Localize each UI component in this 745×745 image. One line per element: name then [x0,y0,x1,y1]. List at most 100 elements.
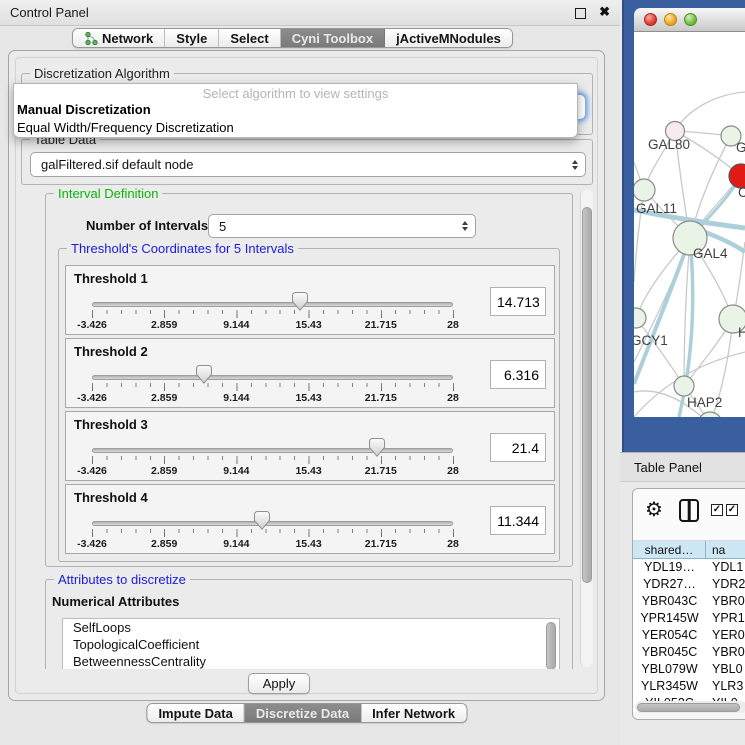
tick-label: -3.426 [77,392,107,404]
table-panel-toolbar: ⚙ ✓ ✓ [633,489,745,541]
threshold-2-value-field[interactable] [490,360,546,389]
zoom-traffic-light-icon[interactable] [684,13,697,26]
threshold-3-label: Threshold 3 [74,417,148,432]
table-row[interactable]: YPR145W YPR1 [633,610,745,627]
tab-style[interactable]: Style [165,29,219,47]
scrollbar-thumb[interactable] [582,207,592,583]
tab-cyni-toolbox[interactable]: Cyni Toolbox [281,29,385,47]
gear-icon[interactable]: ⚙ [645,497,663,522]
network-graph: GAL80 GA C GAL11 GAL4 GCY1 H HAP2 [634,32,745,417]
threshold-1-value-field[interactable] [490,287,546,316]
list-item[interactable]: SelfLoops [63,619,559,636]
threshold-2-slider-thumb[interactable] [196,365,212,384]
dropdown-item-equal-width-frequency[interactable]: Equal Width/Frequency Discretization [14,119,577,137]
table-horizontal-scrollbar[interactable] [635,701,745,713]
threshold-3-slider-track[interactable] [92,448,453,453]
table-row[interactable]: YER054C YER0 [633,627,745,644]
table-data-combobox[interactable]: galFiltered.sif default node [30,152,586,177]
threshold-3-slider-thumb[interactable] [369,438,385,457]
bottom-tab-bar: Impute Data Discretize Data Infer Networ… [146,703,467,723]
thresholds-coordinates-box: Threshold's Coordinates for 5 Intervals … [58,248,560,562]
table-row[interactable]: YBL079W YBL0 [633,661,745,678]
panel-title: Control Panel [10,5,89,20]
tick-label: -3.426 [77,319,107,331]
tick-label: -3.426 [77,465,107,477]
table-row[interactable]: YBR043C YBR0 [633,593,745,610]
table-row[interactable]: YLR345W YLR3 [633,678,745,695]
control-panel-titlebar: Control Panel ✖ [0,0,620,26]
table-row[interactable]: YDL19… YDL1 [633,559,745,576]
cell-name: YLR3 [706,678,745,695]
slider-minor-ticks [92,456,454,460]
algorithm-dropdown-popup: Select algorithm to view settings Manual… [13,83,578,138]
cell-shared-name: YER054C [633,627,706,644]
close-icon[interactable]: ✖ [599,4,610,20]
apply-button[interactable]: Apply [248,673,310,694]
threshold-4-slider-thumb[interactable] [254,511,270,530]
checkbox-icon[interactable]: ✓ [711,504,723,516]
discretization-algorithm-box-title: Discretization Algorithm [30,66,174,81]
slider-axis-labels: -3.426 2.859 9.144 15.43 21.715 28 [92,392,453,404]
column-header-name[interactable]: na [706,541,745,559]
tick-label: 28 [447,392,459,404]
tab-jactivemnodules[interactable]: jActiveMNodules [385,29,512,47]
tab-select-label: Select [230,31,268,46]
slider-minor-ticks [92,310,454,314]
network-view-canvas[interactable]: GAL80 GA C GAL11 GAL4 GCY1 H HAP2 [634,32,745,417]
threshold-4-value-field[interactable] [490,506,546,535]
tab-impute-data[interactable]: Impute Data [147,704,244,722]
minimize-traffic-light-icon[interactable] [664,13,677,26]
list-item[interactable]: TopologicalCoefficient [63,636,559,653]
network-icon [84,31,98,46]
threshold-2-slider-track[interactable] [92,375,453,380]
threshold-1-slider-thumb[interactable] [292,292,308,311]
threshold-1-slider-track[interactable] [92,302,453,307]
threshold-2-label: Threshold 2 [74,344,148,359]
tab-infer-network[interactable]: Infer Network [361,704,466,722]
columns-icon[interactable] [679,499,699,522]
float-window-icon[interactable] [575,8,586,19]
node-label-gal4: GAL4 [693,246,728,261]
number-of-intervals-combobox[interactable]: 5 [208,214,476,238]
threshold-3-value-field[interactable] [490,433,546,462]
app-root: Control Panel ✖ Network Style Select [0,0,745,745]
tab-discretize-data[interactable]: Discretize Data [245,704,361,722]
tick-label: 2.859 [151,319,177,331]
node-gal11 [634,179,655,201]
network-window-titlebar[interactable] [634,8,745,32]
dropdown-item-manual-discretization[interactable]: Manual Discretization [14,101,577,119]
tick-label: 2.859 [151,392,177,404]
node-bottom-partial [698,412,722,417]
scrollbar-thumb[interactable] [546,622,556,669]
thresholds-coordinates-title: Threshold's Coordinates for 5 Intervals [67,241,298,256]
node-label-ga-clipped: GA [736,140,745,155]
cell-name: YER0 [706,627,745,644]
settings-scrollpane: Interval Definition Number of Intervals … [17,187,598,669]
attribute-list-scrollbar[interactable] [545,621,557,669]
tab-select[interactable]: Select [219,29,280,47]
cell-shared-name: YDR27… [633,576,706,593]
cell-name: YDR2 [706,576,745,593]
tick-label: 9.144 [223,465,249,477]
cell-name: YBR0 [706,593,745,610]
scrollbar-thumb[interactable] [637,703,740,712]
threshold-1-panel: Threshold 1 -3.426 2.859 9.144 [65,265,555,335]
list-item[interactable]: BetweennessCentrality [63,653,559,669]
node-label-hap2: HAP2 [687,395,722,410]
settings-vertical-scrollbar[interactable] [580,189,593,667]
tab-network[interactable]: Network [73,29,165,47]
checkbox-icon[interactable]: ✓ [726,504,738,516]
cyni-toolbox-panel: Discretization Algorithm Select algorith… [8,50,605,701]
table-row[interactable]: YDR27… YDR2 [633,576,745,593]
network-window-frame: GAL80 GA C GAL11 GAL4 GCY1 H HAP2 [622,0,745,452]
attributes-box-title: Attributes to discretize [54,572,190,587]
tab-style-label: Style [176,31,207,46]
column-header-shared-name[interactable]: shared… [633,541,706,559]
tick-label: 21.715 [365,538,397,550]
close-traffic-light-icon[interactable] [644,13,657,26]
tick-label: 15.43 [295,392,321,404]
threshold-4-slider-track[interactable] [92,521,453,526]
table-row[interactable]: YBR045C YBR0 [633,644,745,661]
tick-label: -3.426 [77,538,107,550]
interval-definition-box: Interval Definition Number of Intervals … [45,193,573,567]
